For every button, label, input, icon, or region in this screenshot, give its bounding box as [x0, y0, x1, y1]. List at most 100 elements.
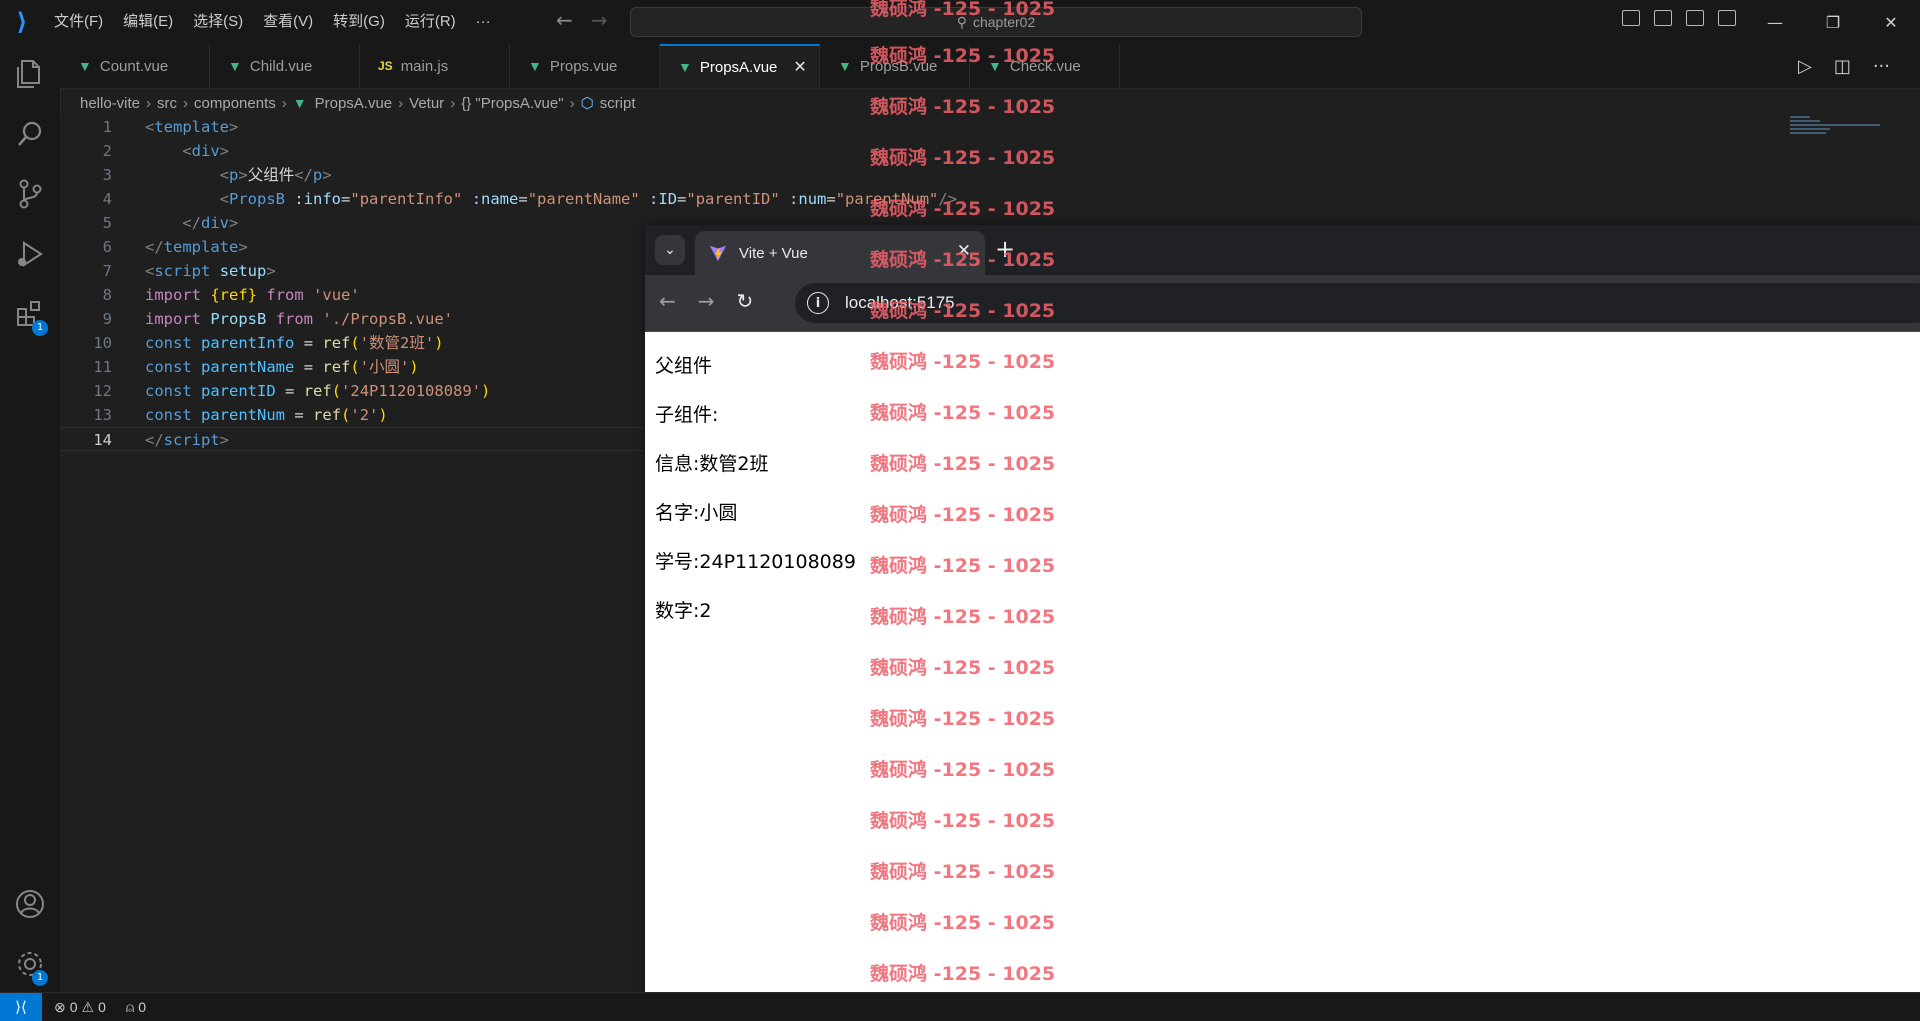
- breadcrumb: hello-vite › src › components › ▼ PropsA.vue…: [80, 92, 636, 114]
- breadcrumb-item[interactable]: src: [157, 95, 177, 112]
- info-text: 信息:数管2班: [655, 453, 769, 475]
- browser-tab[interactable]: Vite + Vue ✕: [695, 231, 985, 275]
- menu-bar: 文件(F) 编辑(E) 选择(S) 查看(V) 转到(G) 运行(R) ···: [44, 7, 501, 37]
- error-icon: ⊗: [54, 998, 66, 1015]
- activity-bar: 1 1: [0, 44, 61, 992]
- toggle-secondary-sidebar-icon[interactable]: [1686, 10, 1704, 26]
- menu-file[interactable]: 文件(F): [44, 7, 113, 37]
- vscode-logo-icon: ⟩: [16, 8, 28, 36]
- run-play-icon[interactable]: ▷: [1798, 56, 1812, 77]
- cube-icon: ⬡: [580, 95, 594, 112]
- forward-arrow-icon[interactable]: →: [591, 8, 608, 32]
- breadcrumb-item[interactable]: hello-vite: [80, 95, 140, 112]
- line-number: 3: [102, 166, 112, 184]
- name-text: 名字:小圆: [655, 502, 738, 524]
- browser-tab-title: Vite + Vue: [739, 244, 808, 262]
- tab-props-vue[interactable]: ▼ Props.vue: [510, 44, 660, 88]
- page-content: 父组件 子组件: 信息:数管2班 名字:小圆 学号:24P1120108089 …: [645, 333, 1920, 1020]
- menu-edit[interactable]: 编辑(E): [113, 7, 183, 37]
- split-editor-icon[interactable]: ◫: [1834, 56, 1851, 77]
- vue-icon: ▼: [292, 95, 307, 111]
- browser-window: ⌄ Vite + Vue ✕ + ← → ↻ i localhost:5175 …: [645, 225, 1920, 1020]
- vite-logo-icon: [709, 245, 727, 262]
- back-arrow-icon[interactable]: ←: [556, 8, 573, 32]
- menu-run[interactable]: 运行(R): [395, 7, 466, 37]
- menu-more[interactable]: ···: [466, 7, 501, 37]
- explorer-icon[interactable]: [0, 44, 60, 104]
- tab-propsa-vue[interactable]: ▼ PropsA.vue ✕: [660, 44, 820, 88]
- warning-icon: ⚠: [81, 998, 95, 1015]
- chevron-right-icon: ›: [281, 94, 287, 112]
- source-control-icon[interactable]: [0, 164, 60, 224]
- breadcrumb-item[interactable]: components: [194, 95, 276, 112]
- reload-icon[interactable]: ↻: [737, 289, 754, 313]
- js-icon: JS: [378, 59, 393, 73]
- command-center-search[interactable]: ⚲ chapter02: [630, 7, 1362, 37]
- vue-icon: ▼: [678, 59, 692, 75]
- browser-toolbar: ← → ↻ i localhost:5175: [645, 275, 1920, 332]
- chevron-right-icon: ›: [183, 94, 189, 112]
- close-browser-tab-icon[interactable]: ✕: [957, 241, 971, 261]
- breadcrumb-item[interactable]: {} "PropsA.vue": [461, 95, 563, 112]
- minimize-icon[interactable]: —: [1746, 0, 1804, 44]
- tab-main-js[interactable]: JS main.js: [360, 44, 510, 88]
- remote-indicator-icon[interactable]: ⟩⟨: [0, 993, 42, 1021]
- child-heading: 子组件:: [655, 404, 719, 426]
- new-tab-plus-icon[interactable]: +: [995, 235, 1015, 263]
- settings-gear-icon[interactable]: 1: [0, 934, 60, 994]
- editor-actions: ▷ ◫ ···: [1798, 56, 1890, 77]
- minimap[interactable]: [1790, 116, 1880, 146]
- line-number: 8: [102, 286, 112, 304]
- vue-icon: ▼: [528, 58, 542, 74]
- extensions-badge: 1: [32, 320, 48, 336]
- menu-go[interactable]: 转到(G): [323, 7, 395, 37]
- search-icon: ⚲: [956, 13, 967, 30]
- breadcrumb-item[interactable]: script: [600, 95, 636, 112]
- toggle-primary-sidebar-icon[interactable]: [1622, 10, 1640, 26]
- line-number: 2: [102, 142, 112, 160]
- menu-selection[interactable]: 选择(S): [183, 7, 253, 37]
- tab-search-chevron-icon[interactable]: ⌄: [655, 235, 685, 265]
- vue-icon: ▼: [78, 58, 92, 74]
- line-number: 7: [102, 262, 112, 280]
- search-view-icon[interactable]: [0, 104, 60, 164]
- ports-status[interactable]: ⍝ 0: [126, 999, 146, 1016]
- menu-view[interactable]: 查看(V): [253, 7, 323, 37]
- run-debug-icon[interactable]: [0, 224, 60, 284]
- line-number: 5: [102, 214, 112, 232]
- broadcast-icon: ⍝: [125, 998, 135, 1015]
- vue-icon: ▼: [838, 58, 852, 74]
- browser-nav: ← → ↻: [659, 289, 753, 313]
- site-info-icon[interactable]: i: [807, 292, 829, 314]
- customize-layout-icon[interactable]: [1718, 10, 1736, 26]
- extensions-icon[interactable]: 1: [0, 284, 60, 344]
- url-text: localhost:5175: [845, 293, 955, 312]
- vue-icon: ▼: [228, 58, 242, 74]
- tab-count-vue[interactable]: ▼ Count.vue: [60, 44, 210, 88]
- browser-forward-icon[interactable]: →: [698, 289, 715, 313]
- more-actions-icon[interactable]: ···: [1873, 56, 1890, 77]
- layout-controls: [1622, 10, 1736, 26]
- line-number: 9: [102, 310, 112, 328]
- line-number: 11: [93, 358, 112, 376]
- chevron-right-icon: ›: [450, 94, 456, 112]
- toggle-panel-icon[interactable]: [1654, 10, 1672, 26]
- accounts-icon[interactable]: [0, 874, 60, 934]
- tab-propsb-vue[interactable]: ▼ PropsB.vue: [820, 44, 970, 88]
- tab-child-vue[interactable]: ▼ Child.vue: [210, 44, 360, 88]
- browser-back-icon[interactable]: ←: [659, 289, 676, 313]
- chevron-right-icon: ›: [146, 94, 152, 112]
- line-number: 1: [102, 118, 112, 136]
- tab-check-vue[interactable]: ▼ Check.vue: [970, 44, 1120, 88]
- line-number: 13: [93, 406, 112, 424]
- address-bar[interactable]: i localhost:5175: [795, 283, 1920, 323]
- breadcrumb-item[interactable]: Vetur: [409, 95, 444, 112]
- title-bar: ⟩ 文件(F) 编辑(E) 选择(S) 查看(V) 转到(G) 运行(R) ··…: [0, 0, 1920, 44]
- breadcrumb-item[interactable]: PropsA.vue: [315, 95, 393, 112]
- vue-icon: ▼: [988, 58, 1002, 74]
- status-bar: ⟩⟨ ⊗ 0 ⚠ 0 ⍝ 0: [0, 992, 1920, 1021]
- problems-status[interactable]: ⊗ 0 ⚠ 0: [54, 999, 106, 1016]
- close-tab-icon[interactable]: ✕: [793, 57, 806, 77]
- close-window-icon[interactable]: ✕: [1862, 0, 1920, 44]
- restore-icon[interactable]: ❐: [1804, 0, 1862, 44]
